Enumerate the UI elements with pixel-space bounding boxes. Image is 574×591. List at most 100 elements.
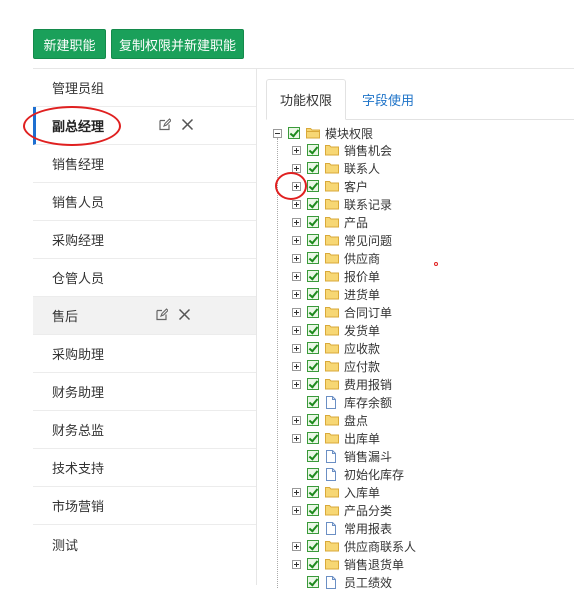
- tree-node[interactable]: 联系人: [292, 159, 380, 177]
- copy-role-button[interactable]: 复制权限并新建职能: [111, 29, 244, 59]
- folder-icon: [325, 234, 339, 246]
- tree-node[interactable]: 报价单: [292, 267, 380, 285]
- role-item[interactable]: 销售人员: [33, 183, 256, 221]
- checkbox-checked-icon[interactable]: [307, 378, 319, 390]
- edit-icon[interactable]: [155, 307, 169, 325]
- role-item[interactable]: 财务总监: [33, 411, 256, 449]
- checkbox-checked-icon[interactable]: [307, 450, 319, 462]
- delete-icon[interactable]: [178, 308, 191, 325]
- role-item[interactable]: 技术支持: [33, 449, 256, 487]
- expand-icon[interactable]: [292, 361, 301, 371]
- checkbox-checked-icon[interactable]: [307, 468, 319, 480]
- role-item[interactable]: 采购经理: [33, 221, 256, 259]
- checkbox-checked-icon[interactable]: [307, 522, 319, 534]
- tree-node[interactable]: 销售漏斗: [292, 447, 392, 465]
- folder-icon: [325, 414, 339, 426]
- tree-node[interactable]: 应收款: [292, 339, 380, 357]
- expand-icon[interactable]: [292, 145, 301, 155]
- checkbox-checked-icon[interactable]: [307, 432, 319, 444]
- tree-node[interactable]: 发货单: [292, 321, 380, 339]
- tree-node[interactable]: 合同订单: [292, 303, 392, 321]
- tree-node-label: 初始化库存: [344, 467, 405, 482]
- tree-root[interactable]: 模块权限: [273, 124, 373, 142]
- checkbox-checked-icon[interactable]: [307, 576, 319, 588]
- expand-icon[interactable]: [292, 541, 301, 551]
- expand-icon[interactable]: [292, 325, 301, 335]
- tree-node[interactable]: 常见问题: [292, 231, 392, 249]
- checkbox-checked-icon[interactable]: [307, 540, 319, 552]
- tree-node-label: 库存余额: [344, 395, 393, 410]
- expand-icon[interactable]: [292, 505, 301, 515]
- tree-node[interactable]: 供应商联系人: [292, 537, 416, 555]
- tree-node[interactable]: 库存余额: [292, 393, 392, 411]
- tree-node[interactable]: 盘点: [292, 411, 368, 429]
- role-item-hovered[interactable]: 售后: [33, 297, 256, 335]
- expand-icon[interactable]: [292, 307, 301, 317]
- expand-icon[interactable]: [292, 217, 301, 227]
- expand-icon[interactable]: [292, 163, 301, 173]
- tree-node[interactable]: 入库单: [292, 483, 380, 501]
- tree-node-label: 销售退货单: [344, 557, 405, 572]
- checkbox-checked-icon[interactable]: [307, 198, 319, 210]
- checkbox-checked-icon[interactable]: [307, 342, 319, 354]
- role-label: 销售人员: [52, 196, 105, 211]
- tree-node[interactable]: 费用报销: [292, 375, 392, 393]
- checkbox-checked-icon[interactable]: [307, 504, 319, 516]
- expand-icon[interactable]: [292, 343, 301, 353]
- checkbox-checked-icon[interactable]: [307, 396, 319, 408]
- role-item[interactable]: 测试: [33, 525, 256, 563]
- tree-node[interactable]: 应付款: [292, 357, 380, 375]
- file-icon: [325, 468, 339, 481]
- tree-node[interactable]: 产品分类: [292, 501, 392, 519]
- checkbox-checked-icon[interactable]: [307, 234, 319, 246]
- expand-icon[interactable]: [292, 379, 301, 389]
- expand-icon[interactable]: [292, 433, 301, 443]
- expand-icon[interactable]: [292, 199, 301, 209]
- tree-node[interactable]: 出库单: [292, 429, 380, 447]
- checkbox-checked-icon[interactable]: [307, 414, 319, 426]
- expand-icon[interactable]: [292, 559, 301, 569]
- tree-node[interactable]: 销售退货单: [292, 555, 404, 573]
- expand-icon[interactable]: [292, 253, 301, 263]
- collapse-icon[interactable]: [273, 128, 282, 138]
- tree-node[interactable]: 进货单: [292, 285, 380, 303]
- role-item[interactable]: 管理员组: [33, 69, 256, 107]
- tree-node[interactable]: 初始化库存: [292, 465, 404, 483]
- delete-icon[interactable]: [181, 118, 194, 135]
- tree-node[interactable]: 销售机会: [292, 141, 392, 159]
- new-role-button[interactable]: 新建职能: [33, 29, 106, 59]
- expand-icon[interactable]: [292, 415, 301, 425]
- tree-node[interactable]: 产品: [292, 213, 368, 231]
- checkbox-checked-icon[interactable]: [307, 324, 319, 336]
- expand-icon[interactable]: [292, 487, 301, 497]
- tree-node[interactable]: 联系记录: [292, 195, 392, 213]
- role-item[interactable]: 采购助理: [33, 335, 256, 373]
- expand-icon[interactable]: [292, 271, 301, 281]
- role-item[interactable]: 市场营销: [33, 487, 256, 525]
- tree-guide-line: [277, 138, 278, 588]
- role-item[interactable]: 财务助理: [33, 373, 256, 411]
- role-item[interactable]: 仓管人员: [33, 259, 256, 297]
- checkbox-checked-icon[interactable]: [307, 270, 319, 282]
- role-item[interactable]: 销售经理: [33, 145, 256, 183]
- checkbox-checked-icon[interactable]: [307, 216, 319, 228]
- tab-function-permissions[interactable]: 功能权限: [266, 79, 346, 120]
- tree-root-label: 模块权限: [325, 126, 374, 141]
- checkbox-checked-icon[interactable]: [307, 558, 319, 570]
- checkbox-checked-icon[interactable]: [307, 288, 319, 300]
- checkbox-checked-icon[interactable]: [307, 306, 319, 318]
- tab-field-usage[interactable]: 字段使用: [348, 79, 428, 119]
- tree-node[interactable]: 常用报表: [292, 519, 392, 537]
- checkbox-checked-icon[interactable]: [307, 162, 319, 174]
- tree-node[interactable]: 供应商: [292, 249, 380, 267]
- checkbox-checked-icon[interactable]: [288, 127, 300, 139]
- checkbox-checked-icon[interactable]: [307, 360, 319, 372]
- tree-node[interactable]: 员工绩效: [292, 573, 392, 591]
- expand-icon[interactable]: [292, 289, 301, 299]
- checkbox-checked-icon[interactable]: [307, 486, 319, 498]
- expand-icon[interactable]: [292, 235, 301, 245]
- edit-icon[interactable]: [158, 117, 172, 135]
- checkbox-checked-icon[interactable]: [307, 144, 319, 156]
- checkbox-checked-icon[interactable]: [307, 252, 319, 264]
- checkbox-checked-icon[interactable]: [307, 180, 319, 192]
